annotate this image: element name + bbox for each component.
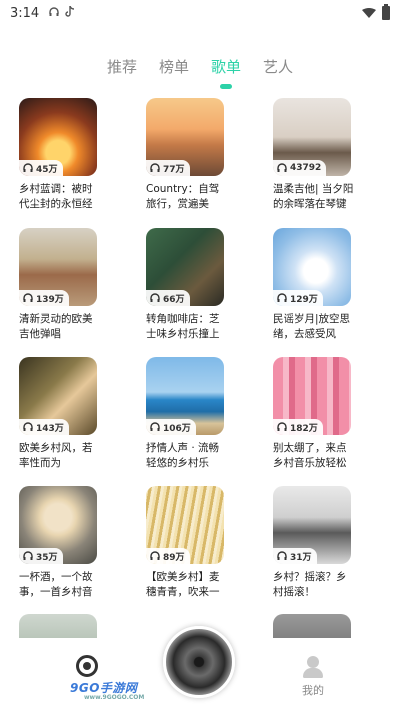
site-watermark: 9GO手游网 www.9GOGO.COM [70, 679, 144, 701]
headphones-icon [277, 551, 287, 560]
play-count: 43792 [290, 163, 322, 173]
status-time: 3:14 [10, 5, 40, 21]
play-count: 139万 [36, 294, 64, 305]
headphones-icon [23, 551, 33, 560]
play-count-badge: 35万 [19, 548, 63, 564]
play-count-badge: 106万 [146, 419, 196, 435]
tab-artists[interactable]: 艺人 [261, 56, 295, 77]
play-count: 143万 [36, 423, 64, 434]
playlist-card[interactable]: 66万 转角咖啡店：芝士味乡村乐撞上柠... [146, 228, 246, 342]
headphones-icon [49, 6, 59, 20]
playlist-title[interactable]: 温柔吉他| 当夕阳的余晖落在琴键上 [273, 182, 355, 212]
wifi-icon [362, 8, 376, 18]
playlist-card[interactable]: 143万 欧美乡村风，若率性而为 [19, 357, 119, 471]
play-count-badge: 129万 [273, 290, 323, 306]
play-count-badge: 182万 [273, 419, 323, 435]
play-count-badge: 45万 [19, 160, 63, 176]
play-count: 77万 [163, 164, 185, 175]
playlist-cover[interactable]: 182万 [273, 357, 351, 435]
headphones-icon [23, 422, 33, 431]
headphones-icon [150, 422, 160, 431]
playlist-cover[interactable]: 31万 [273, 486, 351, 564]
playlist-cover[interactable]: 43792 [273, 98, 351, 176]
tab-playlists[interactable]: 歌单 [209, 56, 243, 77]
playlist-card[interactable]: 182万 别太绷了，来点乡村音乐放轻松 [273, 357, 373, 471]
headphones-icon [23, 293, 33, 302]
play-count: 45万 [36, 164, 58, 175]
nav-me-label[interactable]: 我的 [302, 682, 324, 698]
playlist-card[interactable]: 139万 清新灵动的欧美吉他弹唱 [19, 228, 119, 342]
headphones-icon [23, 163, 33, 172]
playlist-cover[interactable]: 139万 [19, 228, 97, 306]
tab-recommend[interactable]: 推荐 [105, 56, 139, 77]
play-count: 35万 [36, 552, 58, 563]
play-count: 106万 [163, 423, 191, 434]
playlist-title[interactable]: 一杯酒，一个故事，一首乡村音乐 [19, 570, 101, 600]
watermark-text: 9GO手游网 [70, 681, 138, 695]
playlist-title[interactable]: 转角咖啡店：芝士味乡村乐撞上柠... [146, 312, 228, 342]
playlist-cover[interactable]: 45万 [19, 98, 97, 176]
play-count-badge: 139万 [19, 290, 69, 306]
play-count-badge: 66万 [146, 290, 190, 306]
playlist-title[interactable]: 乡村？摇滚？乡村摇滚！ [273, 570, 355, 600]
headphones-icon [277, 163, 287, 172]
status-bar: 3:14 [0, 0, 400, 26]
headphones-icon [150, 551, 160, 560]
nav-home-button[interactable] [76, 655, 98, 677]
play-count: 66万 [163, 294, 185, 305]
playlist-title[interactable]: Country：自驾旅行，赏遍美景，... [146, 182, 228, 212]
headphones-icon [150, 163, 160, 172]
playlist-card[interactable]: 129万 民谣岁月|放空思绪，去感受风 [273, 228, 373, 342]
playlist-card[interactable]: 89万 【欧美乡村】麦穗青青，吹来一阵... [146, 486, 246, 600]
playlist-card[interactable]: 77万 Country：自驾旅行，赏遍美景，... [146, 98, 246, 212]
playlist-card[interactable]: 35万 一杯酒，一个故事，一首乡村音乐 [19, 486, 119, 600]
play-count-badge: 143万 [19, 419, 69, 435]
play-count: 182万 [290, 423, 318, 434]
playlist-cover[interactable]: 35万 [19, 486, 97, 564]
playlist-cover[interactable]: 66万 [146, 228, 224, 306]
playlist-cover[interactable]: 106万 [146, 357, 224, 435]
user-icon [307, 656, 319, 668]
playlist-cover[interactable]: 89万 [146, 486, 224, 564]
watermark-subtext: www.9GOGO.COM [84, 694, 145, 701]
play-count: 89万 [163, 552, 185, 563]
playlist-card[interactable]: 106万 抒情人声 · 流畅轻悠的乡村乐 [146, 357, 246, 471]
now-playing-disc[interactable] [163, 626, 235, 698]
battery-icon [382, 4, 390, 20]
play-count-badge: 31万 [273, 548, 317, 564]
play-count: 31万 [290, 552, 312, 563]
playlist-card[interactable]: 45万 乡村蓝调：被时代尘封的永恒经典 [19, 98, 119, 212]
play-count-badge: 89万 [146, 548, 190, 564]
playlist-title[interactable]: 抒情人声 · 流畅轻悠的乡村乐 [146, 441, 228, 471]
tiktok-icon [65, 5, 75, 20]
playlist-cover[interactable]: 129万 [273, 228, 351, 306]
headphones-icon [150, 293, 160, 302]
playlist-cover[interactable]: 77万 [146, 98, 224, 176]
playlist-card[interactable]: 31万 乡村？摇滚？乡村摇滚！ [273, 486, 373, 600]
playlist-title[interactable]: 乡村蓝调：被时代尘封的永恒经典 [19, 182, 101, 212]
playlist-title[interactable]: 欧美乡村风，若率性而为 [19, 441, 101, 471]
playlist-cover[interactable]: 143万 [19, 357, 97, 435]
playlist-grid: 45万 乡村蓝调：被时代尘封的永恒经典 77万 Country：自驾旅行，赏遍美… [0, 98, 400, 638]
playlist-title[interactable]: 民谣岁月|放空思绪，去感受风 [273, 312, 355, 342]
play-count-badge: 43792 [273, 160, 327, 176]
playlist-title[interactable]: 清新灵动的欧美吉他弹唱 [19, 312, 101, 342]
play-count-badge: 77万 [146, 160, 190, 176]
headphones-icon [277, 422, 287, 431]
play-count: 129万 [290, 294, 318, 305]
playlist-title[interactable]: 【欧美乡村】麦穗青青，吹来一阵... [146, 570, 228, 600]
headphones-icon [277, 293, 287, 302]
playlist-card[interactable]: 43792 温柔吉他| 当夕阳的余晖落在琴键上 [273, 98, 373, 212]
category-tabs: 推荐 榜单 歌单 艺人 [0, 56, 400, 77]
tab-charts[interactable]: 榜单 [157, 56, 191, 77]
playlist-title[interactable]: 别太绷了，来点乡村音乐放轻松 [273, 441, 355, 471]
